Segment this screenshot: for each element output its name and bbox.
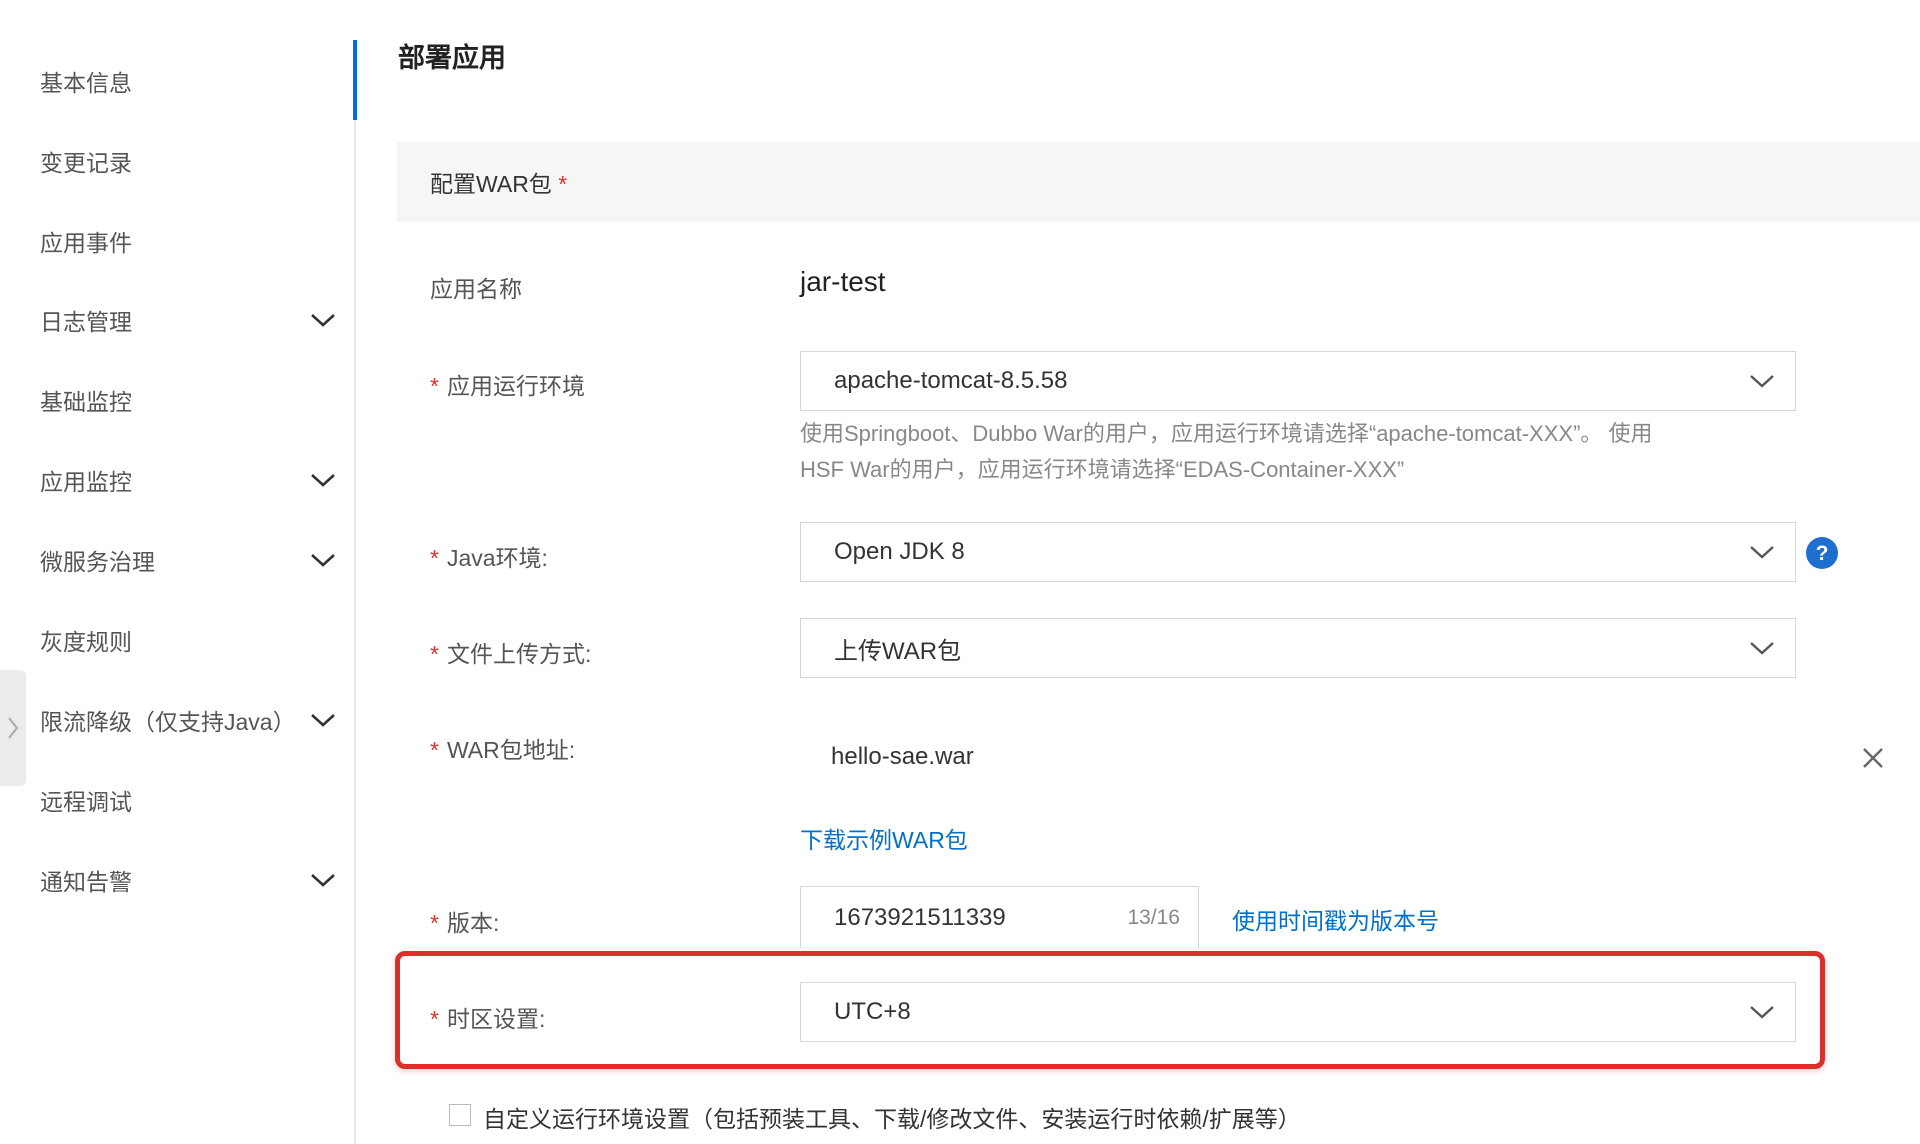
sidebar: 基本信息 变更记录 应用事件 日志管理 基础监控 应用监控 微服务治理 灰度规则… xyxy=(0,0,356,1144)
timezone-select-value: UTC+8 xyxy=(834,998,911,1025)
chevron-down-icon xyxy=(311,874,335,887)
sidebar-item-notifications[interactable]: 通知告警 xyxy=(40,858,340,902)
version-char-counter: 13/16 xyxy=(1127,905,1180,929)
chevron-down-icon xyxy=(311,554,335,567)
sidebar-item-label: 基础监控 xyxy=(40,389,132,415)
active-indicator xyxy=(353,40,357,120)
sidebar-item-label: 日志管理 xyxy=(40,309,132,335)
sidebar-item-microservice-governance[interactable]: 微服务治理 xyxy=(40,538,340,582)
java-env-label: * Java环境: xyxy=(430,545,548,571)
java-env-select-value: Open JDK 8 xyxy=(834,538,965,565)
sidebar-item-label: 通知告警 xyxy=(40,869,132,895)
upload-method-label: * 文件上传方式: xyxy=(430,641,592,667)
svg-text:?: ? xyxy=(1816,542,1829,565)
runtime-select-value: apache-tomcat-8.5.58 xyxy=(834,367,1068,394)
chevron-down-icon xyxy=(1750,642,1774,655)
custom-runtime-checkbox[interactable] xyxy=(449,1104,471,1126)
chevron-right-icon xyxy=(8,717,19,739)
sidebar-divider xyxy=(354,40,356,1144)
sidebar-item-basic-info[interactable]: 基本信息 xyxy=(40,59,340,103)
help-circle-icon[interactable]: ? xyxy=(1806,537,1838,569)
runtime-select[interactable]: apache-tomcat-8.5.58 xyxy=(800,351,1796,411)
chevron-down-icon xyxy=(311,314,335,327)
sidebar-collapse-handle[interactable] xyxy=(0,670,26,786)
sidebar-item-label: 限流降级（仅支持Java） xyxy=(40,709,296,735)
app-name-label: 应用名称 xyxy=(430,276,522,302)
war-address-label: * WAR包地址: xyxy=(430,737,576,763)
section-header: 配置WAR包 * xyxy=(397,142,1920,222)
timezone-select[interactable]: UTC+8 xyxy=(800,982,1796,1042)
sidebar-item-label: 灰度规则 xyxy=(40,629,132,655)
custom-runtime-label: 自定义运行环境设置（包括预装工具、下载/修改文件、安装运行时依赖/扩展等） xyxy=(483,1106,1301,1132)
version-input-value: 1673921511339 xyxy=(834,903,1006,931)
java-env-select[interactable]: Open JDK 8 xyxy=(800,522,1796,582)
sidebar-item-label: 应用监控 xyxy=(40,469,132,495)
runtime-help-text: 使用Springboot、Dubbo War的用户，应用运行环境请选择“apac… xyxy=(800,421,1653,482)
close-icon[interactable] xyxy=(1862,747,1884,769)
chevron-down-icon xyxy=(1750,375,1774,388)
download-sample-war-link[interactable]: 下载示例WAR包 xyxy=(800,821,968,855)
sidebar-item-change-log[interactable]: 变更记录 xyxy=(40,139,340,183)
version-label: * 版本: xyxy=(430,910,500,936)
sidebar-item-basic-monitoring[interactable]: 基础监控 xyxy=(40,378,340,422)
sidebar-item-label: 应用事件 xyxy=(40,230,132,256)
sidebar-item-label: 变更记录 xyxy=(40,150,132,176)
upload-method-select[interactable]: 上传WAR包 xyxy=(800,618,1796,678)
chevron-down-icon xyxy=(1750,546,1774,559)
chevron-down-icon xyxy=(311,714,335,727)
runtime-label: * 应用运行环境 xyxy=(430,373,585,399)
sidebar-item-rate-limiting[interactable]: 限流降级（仅支持Java） xyxy=(40,698,340,742)
chevron-down-icon xyxy=(1750,1006,1774,1019)
version-input[interactable]: 1673921511339 13/16 xyxy=(800,886,1199,948)
sidebar-item-log-management[interactable]: 日志管理 xyxy=(40,298,340,342)
timezone-label: * 时区设置: xyxy=(430,1006,546,1032)
sidebar-item-app-events[interactable]: 应用事件 xyxy=(40,219,340,263)
war-file-name: hello-sae.war xyxy=(831,743,974,770)
chevron-down-icon xyxy=(311,474,335,487)
sidebar-item-remote-debug[interactable]: 远程调试 xyxy=(40,778,340,822)
sidebar-item-gray-rules[interactable]: 灰度规则 xyxy=(40,618,340,662)
page-title: 部署应用 xyxy=(398,43,506,73)
sidebar-item-label: 微服务治理 xyxy=(40,549,155,575)
upload-method-select-value: 上传WAR包 xyxy=(834,637,962,665)
sidebar-item-app-monitoring[interactable]: 应用监控 xyxy=(40,458,340,502)
section-title: 配置WAR包 * xyxy=(430,171,568,197)
sidebar-item-label: 远程调试 xyxy=(40,789,132,815)
use-timestamp-link[interactable]: 使用时间戳为版本号 xyxy=(1232,902,1439,936)
app-name-value: jar-test xyxy=(800,266,886,297)
sidebar-item-label: 基本信息 xyxy=(40,70,132,96)
